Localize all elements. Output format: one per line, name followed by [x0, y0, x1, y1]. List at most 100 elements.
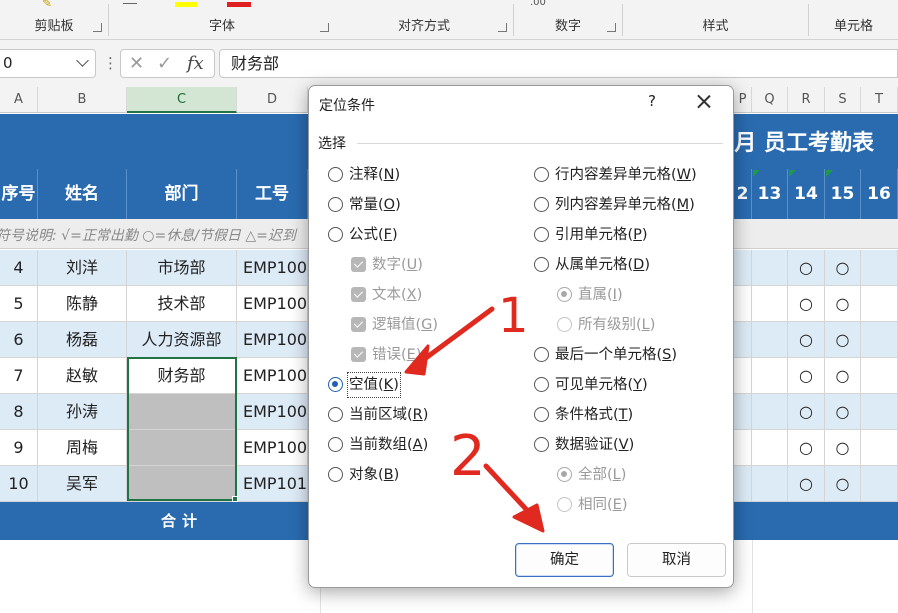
table-cell-day[interactable] [752, 286, 788, 322]
table-cell-name[interactable]: 赵敏 [38, 358, 127, 394]
table-cell-day[interactable] [752, 322, 788, 358]
table-cell-day[interactable]: ○ [825, 286, 861, 322]
border-icon[interactable] [123, 0, 137, 4]
close-icon[interactable] [693, 91, 715, 113]
table-cell-day[interactable] [861, 250, 898, 286]
table-cell-id[interactable]: EMP1005 [237, 286, 308, 322]
table-cell-day[interactable] [861, 322, 898, 358]
table-cell-day[interactable] [734, 358, 752, 394]
table-cell-day[interactable] [734, 322, 752, 358]
table-cell-day[interactable] [861, 358, 898, 394]
table-cell-id[interactable]: EMP1004 [237, 250, 308, 286]
table-cell-day[interactable]: ○ [788, 286, 825, 322]
checkbox-mark[interactable] [351, 257, 366, 272]
enter-icon[interactable]: ✓ [157, 53, 172, 74]
table-cell-day[interactable] [752, 394, 788, 430]
radio-mark[interactable] [534, 347, 549, 362]
table-cell-no[interactable]: 4 [0, 250, 38, 286]
table-cell-day[interactable]: ○ [788, 394, 825, 430]
table-cell-no[interactable]: 7 [0, 358, 38, 394]
table-cell-day[interactable] [752, 430, 788, 466]
radio-mark[interactable] [534, 377, 549, 392]
table-cell-day[interactable]: ○ [825, 466, 861, 502]
table-cell-no[interactable]: 10 [0, 466, 38, 502]
table-cell-no[interactable]: 9 [0, 430, 38, 466]
format-painter-icon[interactable]: ✎ [42, 0, 52, 10]
table-cell-dept[interactable] [127, 394, 237, 430]
dialog-launcher-icon[interactable] [320, 23, 329, 32]
header-cell-dept[interactable]: 部门 [127, 169, 237, 219]
font-color-swatch[interactable] [227, 2, 251, 7]
radio-mark[interactable] [534, 407, 549, 422]
table-cell-name[interactable]: 周梅 [38, 430, 127, 466]
table-cell-day[interactable] [861, 394, 898, 430]
checkbox-mark[interactable] [351, 287, 366, 302]
column-header-a[interactable]: A [0, 87, 38, 113]
insert-function-icon[interactable]: fx [187, 53, 204, 74]
column-header-d[interactable]: D [237, 87, 308, 113]
table-cell-dept[interactable]: 财务部 [127, 358, 237, 394]
table-cell-day[interactable]: ○ [825, 322, 861, 358]
table-cell-day[interactable] [734, 286, 752, 322]
table-cell-day[interactable]: ○ [788, 466, 825, 502]
column-header-q[interactable]: Q [752, 87, 788, 113]
table-cell-day[interactable] [861, 286, 898, 322]
ok-button[interactable]: 确定 [515, 543, 614, 577]
column-header-s[interactable]: S [825, 87, 861, 113]
radio-mark[interactable] [557, 317, 572, 332]
table-cell-day[interactable] [734, 466, 752, 502]
dialog-launcher-icon[interactable] [498, 23, 507, 32]
table-cell-id[interactable]: EMP1008 [237, 394, 308, 430]
table-cell-name[interactable]: 吴军 [38, 466, 127, 502]
radio-mark[interactable] [534, 227, 549, 242]
header-cell-id[interactable]: 工号 [237, 169, 308, 219]
column-header-c[interactable]: C [127, 87, 237, 113]
table-cell-name[interactable]: 陈静 [38, 286, 127, 322]
table-cell-day[interactable]: ○ [825, 430, 861, 466]
table-cell-day[interactable]: ○ [788, 430, 825, 466]
more-icon[interactable]: ⋮ [103, 54, 118, 72]
radio-mark[interactable] [328, 197, 343, 212]
table-cell-day[interactable]: ○ [788, 250, 825, 286]
radio-mark[interactable] [328, 407, 343, 422]
highlight-color-swatch[interactable] [175, 2, 197, 7]
table-cell-dept[interactable] [127, 466, 237, 502]
table-cell-name[interactable]: 杨磊 [38, 322, 127, 358]
table-cell-day[interactable] [734, 250, 752, 286]
radio-mark[interactable] [534, 257, 549, 272]
radio-mark[interactable] [328, 437, 343, 452]
table-cell-id[interactable]: EMP1009 [237, 430, 308, 466]
header-cell-no[interactable]: 序号 [0, 169, 38, 219]
formula-input[interactable]: 财务部 [219, 49, 898, 78]
table-cell-day[interactable]: ○ [825, 394, 861, 430]
sheet-title[interactable]: 月 员工考勤表 [734, 125, 874, 157]
name-box[interactable]: 0 [0, 49, 96, 78]
table-cell-day[interactable] [752, 358, 788, 394]
table-cell-name[interactable]: 孙涛 [38, 394, 127, 430]
chevron-down-icon[interactable] [76, 54, 89, 67]
header-cell-day[interactable]: 16 [861, 169, 898, 219]
decimal-format-hint[interactable]: .00 [530, 0, 546, 8]
header-cell-name[interactable]: 姓名 [38, 169, 127, 219]
table-cell-id[interactable]: EMP1006 [237, 322, 308, 358]
dialog-launcher-icon[interactable] [607, 23, 616, 32]
table-cell-dept[interactable]: 人力资源部 [127, 322, 237, 358]
column-header-b[interactable]: B [38, 87, 127, 113]
table-cell-no[interactable]: 6 [0, 322, 38, 358]
radio-mark[interactable] [534, 167, 549, 182]
checkbox-mark[interactable] [351, 317, 366, 332]
radio-mark[interactable] [557, 287, 572, 302]
radio-mark[interactable] [328, 377, 343, 392]
table-cell-dept[interactable]: 技术部 [127, 286, 237, 322]
radio-mark[interactable] [557, 467, 572, 482]
column-header-p[interactable]: P [734, 87, 752, 113]
dialog-launcher-icon[interactable] [93, 23, 102, 32]
table-cell-day[interactable] [861, 430, 898, 466]
radio-mark[interactable] [328, 467, 343, 482]
column-header-t[interactable]: T [861, 87, 898, 113]
table-cell-dept[interactable]: 市场部 [127, 250, 237, 286]
table-cell-day[interactable]: ○ [825, 250, 861, 286]
cancel-button[interactable]: 取消 [627, 543, 726, 577]
table-cell-no[interactable]: 8 [0, 394, 38, 430]
header-cell-day[interactable]: 2 [734, 169, 752, 219]
